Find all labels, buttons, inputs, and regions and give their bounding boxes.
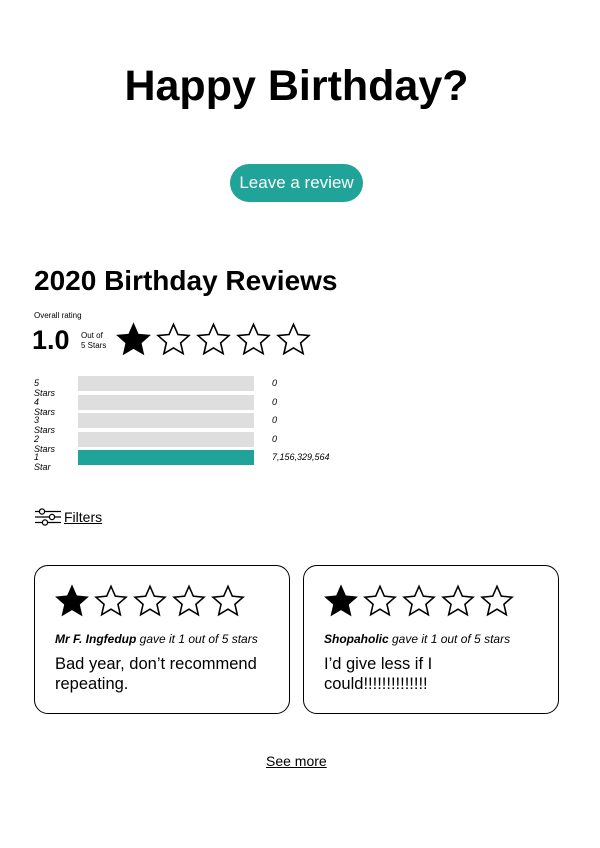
filters-label: Filters — [64, 509, 103, 525]
star-outline-icon — [276, 322, 311, 357]
dist-count: 0 — [272, 378, 278, 388]
see-more-link[interactable]: See more — [266, 753, 327, 769]
review-card: Shopaholic gave it 1 out of 5 stars I’d … — [303, 565, 559, 714]
star-outline-icon — [172, 584, 206, 618]
review-meta: Mr F. Ingfedup gave it 1 out of 5 stars — [55, 632, 269, 646]
dist-count: 0 — [272, 396, 278, 407]
dist-bar — [78, 450, 254, 465]
leave-review-button[interactable]: Leave a review — [230, 164, 363, 202]
review-text: I’d give less if I could!!!!!!!!!!!!!! — [324, 655, 433, 693]
star-outline-icon — [211, 584, 245, 618]
dist-bar — [78, 376, 254, 391]
dist-label: 3 Stars — [34, 415, 56, 435]
star-outline-icon — [363, 584, 397, 618]
review-card: Mr F. Ingfedup gave it 1 out of 5 stars … — [34, 565, 290, 714]
page-title: Happy Birthday? — [124, 62, 469, 110]
star-filled-icon — [55, 584, 89, 618]
review-star-rating — [55, 584, 269, 618]
dist-label: 4 Stars — [34, 396, 56, 417]
out-of-label: Out of 5 Stars — [81, 331, 121, 351]
star-outline-icon — [236, 322, 271, 357]
reviews-section-title: 2020 Birthday Reviews — [34, 265, 338, 296]
overall-rating-label: Overall rating — [34, 311, 82, 320]
star-outline-icon — [133, 584, 167, 618]
review-meta-suffix: gave it 1 out of 5 stars — [136, 632, 258, 646]
dist-count: 7,156,329,564 — [272, 452, 330, 462]
filters-link[interactable]: Filters — [34, 508, 102, 526]
dist-label: 2 Stars — [34, 433, 56, 454]
star-outline-icon — [196, 322, 231, 357]
review-text: Bad year, don’t recommend repeating. — [55, 655, 257, 693]
review-meta: Shopaholic gave it 1 out of 5 stars — [324, 632, 538, 646]
dist-count: 0 — [272, 415, 278, 425]
star-filled-icon — [116, 322, 151, 357]
dist-label: 5 Stars — [34, 378, 56, 398]
review-star-rating — [324, 584, 538, 618]
filter-sliders-icon — [35, 508, 61, 526]
star-filled-icon — [324, 584, 358, 618]
dist-label: 1 Star — [34, 452, 51, 472]
star-outline-icon — [94, 584, 128, 618]
out-of-line2: 5 Stars — [81, 341, 107, 350]
dist-count: 0 — [272, 433, 278, 444]
star-outline-icon — [402, 584, 436, 618]
reviewer-name: Mr F. Ingfedup — [55, 632, 137, 646]
dist-bar — [78, 431, 254, 447]
reviewer-name: Shopaholic — [324, 632, 389, 646]
star-outline-icon — [480, 584, 514, 618]
review-meta-suffix: gave it 1 out of 5 stars — [388, 632, 511, 646]
overall-star-rating — [116, 322, 311, 357]
star-outline-icon — [156, 322, 191, 357]
star-outline-icon — [441, 584, 475, 618]
dist-bar-fill — [78, 450, 254, 465]
dist-bar — [78, 394, 254, 410]
out-of-line1: Out of — [81, 331, 103, 340]
overall-rating-value: 1.0 — [32, 325, 70, 355]
dist-bar — [78, 413, 254, 428]
